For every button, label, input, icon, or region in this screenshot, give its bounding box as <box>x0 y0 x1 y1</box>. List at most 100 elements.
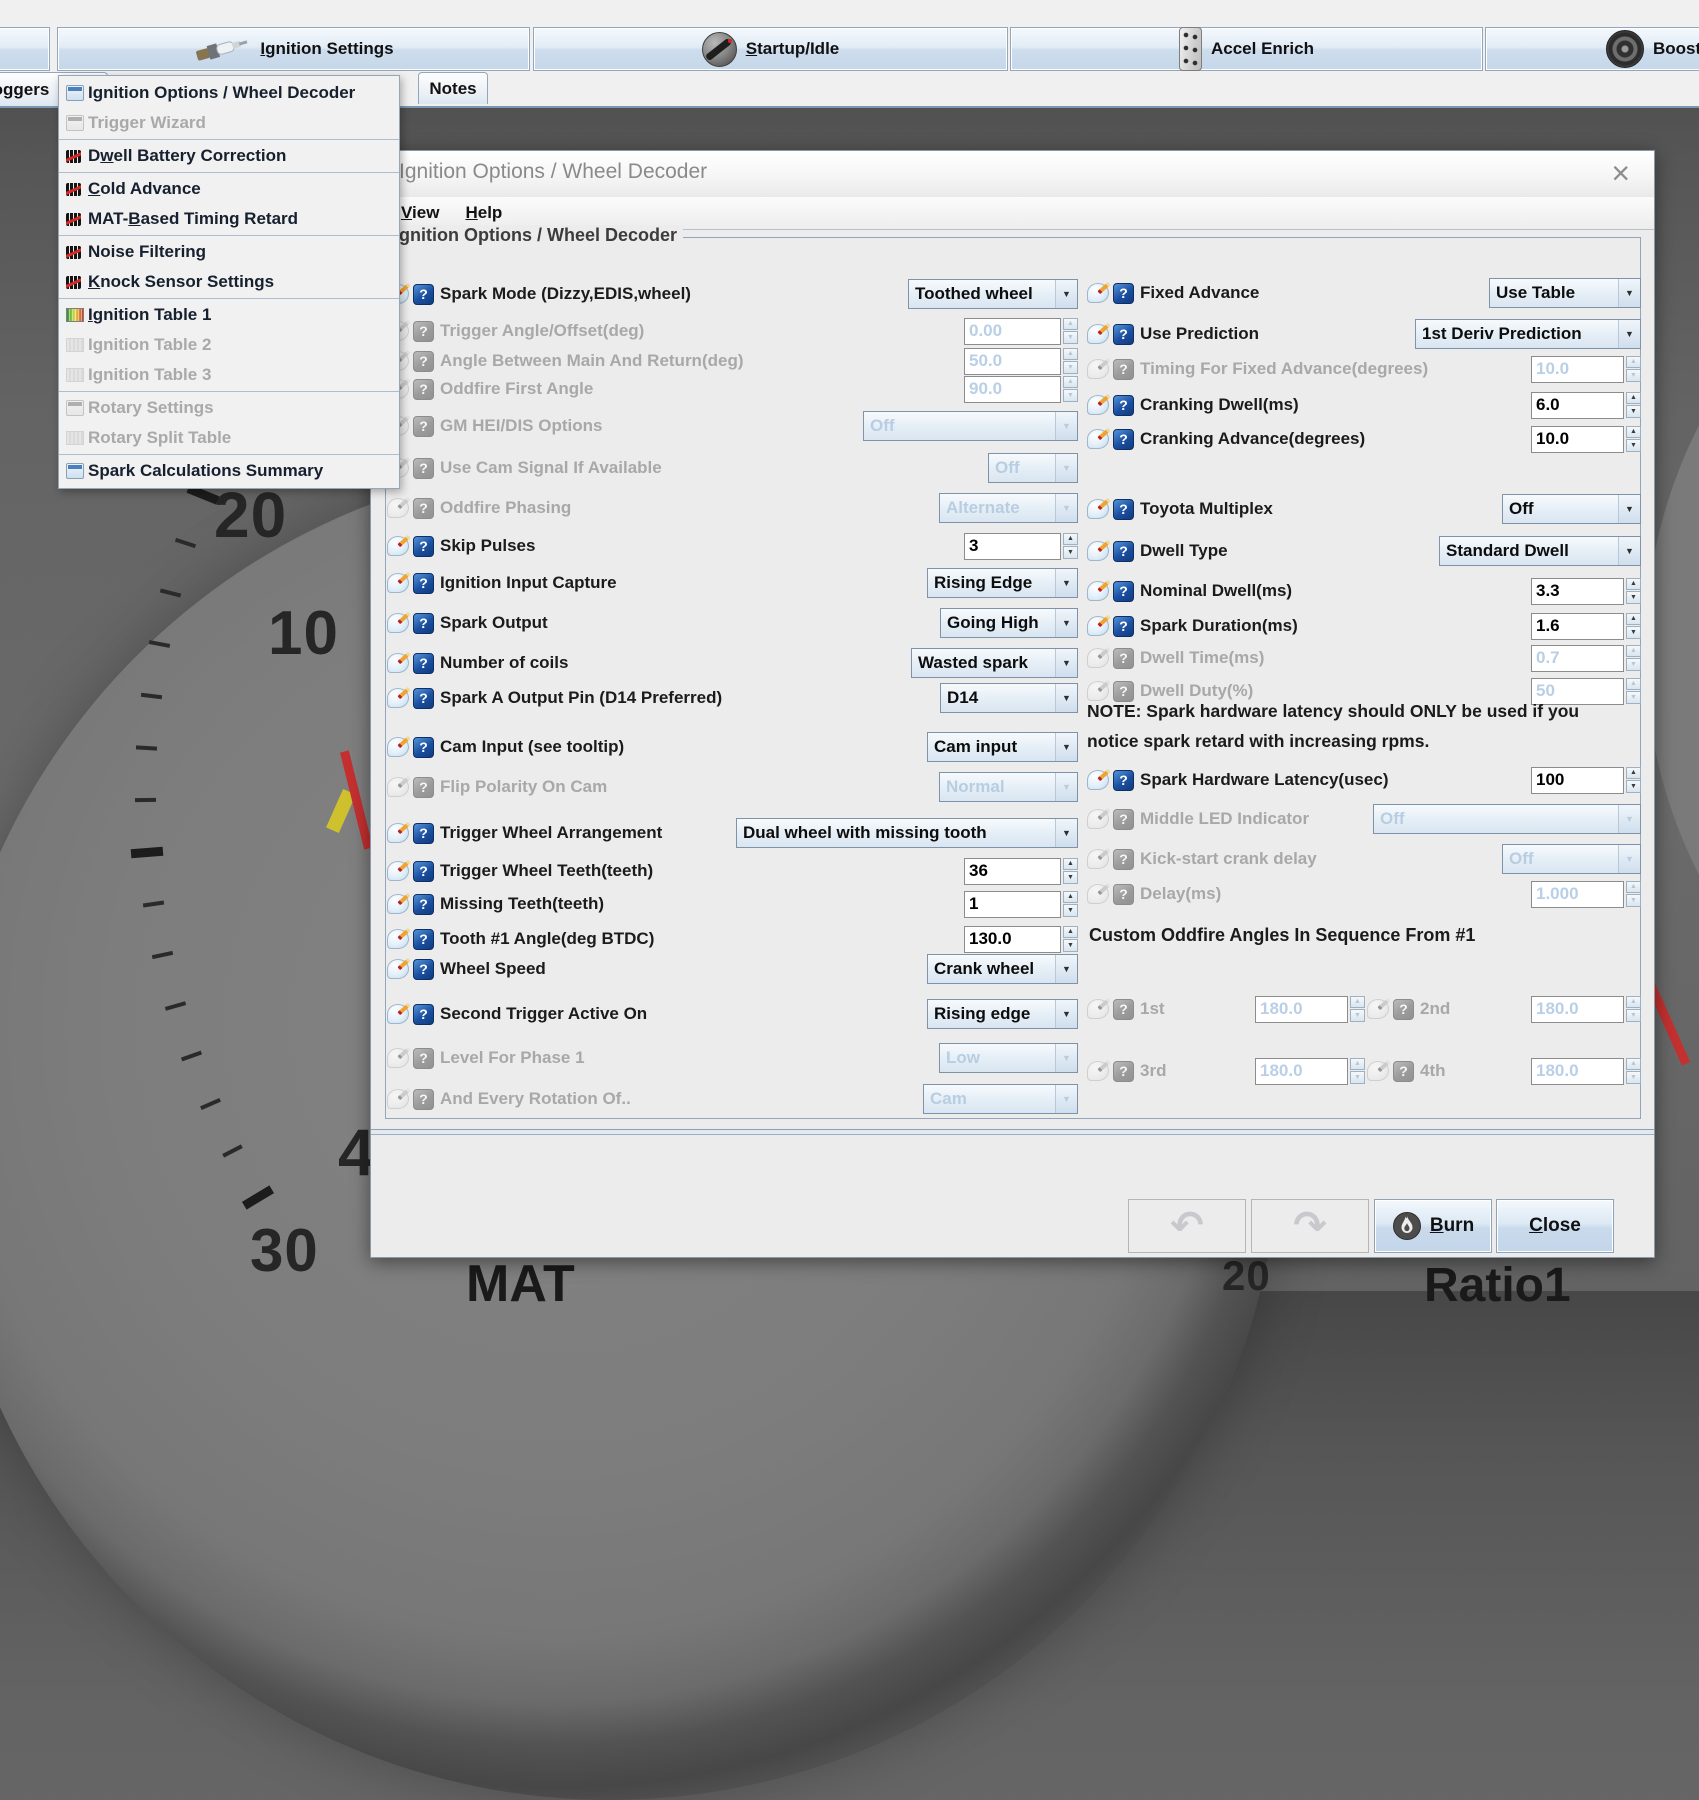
chevron-down-icon[interactable]: ▼ <box>1055 454 1077 482</box>
help-icon[interactable] <box>1113 999 1134 1020</box>
note-icon[interactable] <box>1087 395 1109 415</box>
spinner-down-icon[interactable]: ▼ <box>1626 591 1641 604</box>
spinner-down-icon[interactable]: ▼ <box>1063 331 1078 344</box>
help-icon[interactable] <box>413 321 434 342</box>
oddfire-first-angle-field[interactable]: 90.0▲▼ <box>964 376 1078 403</box>
chevron-down-icon[interactable]: ▼ <box>1055 569 1077 597</box>
help-icon[interactable] <box>1113 809 1134 830</box>
note-icon[interactable] <box>387 737 409 757</box>
note-icon[interactable] <box>1087 541 1109 561</box>
ignition-input-capture-combo[interactable]: Rising Edge▼ <box>927 568 1078 598</box>
menu-item-ignition-table-3[interactable]: Ignition Table 3 <box>59 360 399 390</box>
nominal-dwell-ms-field[interactable]: 3.3▲▼ <box>1531 578 1641 605</box>
help-icon[interactable] <box>413 416 434 437</box>
help-icon[interactable] <box>413 379 434 400</box>
spinner-up-icon[interactable]: ▲ <box>1350 1058 1365 1071</box>
help-icon[interactable] <box>413 929 434 950</box>
chevron-down-icon[interactable]: ▼ <box>1618 320 1640 348</box>
trigger-angle-offset-deg-field[interactable]: 0.00▲▼ <box>964 318 1078 345</box>
note-icon[interactable] <box>1087 429 1109 449</box>
help-icon[interactable] <box>1393 999 1414 1020</box>
help-icon[interactable] <box>413 613 434 634</box>
wheel-speed-combo[interactable]: Crank wheel▼ <box>927 954 1078 984</box>
note-icon[interactable] <box>1087 283 1109 303</box>
chevron-down-icon[interactable]: ▼ <box>1055 819 1077 847</box>
help-icon[interactable] <box>413 1048 434 1069</box>
menu-item-knock-sensor-settings[interactable]: Knock Sensor Settings <box>59 267 399 297</box>
spark-hardware-latency-usec-field[interactable]: 100▲▼ <box>1531 767 1641 794</box>
help-icon[interactable] <box>1113 770 1134 791</box>
accel-enrich-button[interactable]: Accel Enrich <box>1010 27 1483 71</box>
note-icon[interactable] <box>1087 884 1109 904</box>
close-button[interactable]: Close <box>1496 1199 1614 1253</box>
spinner-down-icon[interactable]: ▼ <box>1350 1071 1365 1084</box>
spinner-down-icon[interactable]: ▼ <box>1063 939 1078 952</box>
cranking-dwell-ms-field[interactable]: 6.0▲▼ <box>1531 392 1641 419</box>
help-icon[interactable] <box>1113 616 1134 637</box>
spinner-up-icon[interactable]: ▲ <box>1626 392 1641 405</box>
spinner-value[interactable]: 180.0 <box>1255 1058 1348 1085</box>
chevron-down-icon[interactable]: ▼ <box>1618 495 1640 523</box>
note-icon[interactable] <box>387 1089 409 1109</box>
help-icon[interactable] <box>1113 324 1134 345</box>
help-icon[interactable] <box>413 1004 434 1025</box>
chevron-down-icon[interactable]: ▼ <box>1618 279 1640 307</box>
help-icon[interactable] <box>1113 1061 1134 1082</box>
spinner-value[interactable]: 10.0 <box>1531 426 1624 453</box>
note-icon[interactable] <box>1087 359 1109 379</box>
spinner-up-icon[interactable]: ▲ <box>1063 533 1078 546</box>
help-icon[interactable] <box>413 498 434 519</box>
chevron-down-icon[interactable]: ▼ <box>1055 1000 1077 1028</box>
note-icon[interactable] <box>387 653 409 673</box>
spinner-value[interactable]: 36 <box>964 858 1061 885</box>
spinner-down-icon[interactable]: ▼ <box>1626 658 1641 671</box>
help-icon[interactable] <box>413 458 434 479</box>
note-icon[interactable] <box>1087 999 1109 1019</box>
chevron-down-icon[interactable]: ▼ <box>1055 412 1077 440</box>
kick-start-crank-delay-combo[interactable]: Off▼ <box>1502 844 1641 874</box>
middle-led-indicator-combo[interactable]: Off▼ <box>1373 804 1641 834</box>
menu-item-rotary-split-table[interactable]: Rotary Split Table <box>59 423 399 453</box>
note-icon[interactable] <box>387 613 409 633</box>
note-icon[interactable] <box>387 1048 409 1068</box>
spinner-down-icon[interactable]: ▼ <box>1063 871 1078 884</box>
spinner-value[interactable]: 1.6 <box>1531 613 1624 640</box>
help-icon[interactable] <box>413 861 434 882</box>
help-icon[interactable] <box>1113 884 1134 905</box>
spinner-up-icon[interactable]: ▲ <box>1626 356 1641 369</box>
menu-item-ignition-table-1[interactable]: Ignition Table 1 <box>59 300 399 330</box>
delay-ms-field[interactable]: 1.000▲▼ <box>1531 881 1641 908</box>
menu-item-cold-advance[interactable]: Cold Advance <box>59 174 399 204</box>
boost-button[interactable]: Boost <box>1485 27 1699 71</box>
note-icon[interactable] <box>387 959 409 979</box>
cranking-advance-degrees-field[interactable]: 10.0▲▼ <box>1531 426 1641 453</box>
startup-idle-button[interactable]: Startup/Idle <box>533 27 1008 71</box>
spinner-value[interactable]: 50.0 <box>964 348 1061 375</box>
4th-field[interactable]: 180.0▲▼ <box>1531 1058 1641 1085</box>
spinner-up-icon[interactable]: ▲ <box>1626 996 1641 1009</box>
spinner-up-icon[interactable]: ▲ <box>1063 318 1078 331</box>
spinner-up-icon[interactable]: ▲ <box>1626 1058 1641 1071</box>
note-icon[interactable] <box>1087 809 1109 829</box>
help-icon[interactable] <box>1113 283 1134 304</box>
use-cam-signal-if-available-combo[interactable]: Off▼ <box>988 453 1078 483</box>
spinner-down-icon[interactable]: ▼ <box>1063 389 1078 402</box>
note-icon[interactable] <box>387 1004 409 1024</box>
note-icon[interactable] <box>387 894 409 914</box>
spark-output-combo[interactable]: Going High▼ <box>940 608 1078 638</box>
oddfire-phasing-combo[interactable]: Alternate▼ <box>939 493 1078 523</box>
chevron-down-icon[interactable]: ▼ <box>1055 733 1077 761</box>
toolbar-button-partial[interactable] <box>0 27 50 71</box>
chevron-down-icon[interactable]: ▼ <box>1618 845 1640 873</box>
spinner-down-icon[interactable]: ▼ <box>1626 405 1641 418</box>
menu-item-spark-calculations-summary[interactable]: Spark Calculations Summary <box>59 456 399 486</box>
tab-notes[interactable]: Notes <box>418 72 488 104</box>
spinner-down-icon[interactable]: ▼ <box>1063 904 1078 917</box>
fixed-advance-combo[interactable]: Use Table▼ <box>1489 278 1641 308</box>
spinner-up-icon[interactable]: ▲ <box>1626 678 1641 691</box>
spinner-up-icon[interactable]: ▲ <box>1063 348 1078 361</box>
menu-item-mat-based-timing-retard[interactable]: MAT-Based Timing Retard <box>59 204 399 234</box>
help-icon[interactable] <box>1113 648 1134 669</box>
menu-view[interactable]: View <box>401 203 439 223</box>
spinner-down-icon[interactable]: ▼ <box>1626 1071 1641 1084</box>
